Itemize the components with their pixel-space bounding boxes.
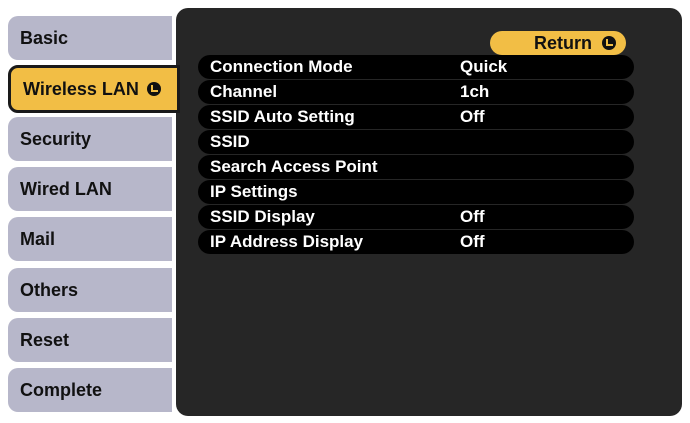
setting-row-ssid-auto-setting[interactable]: SSID Auto Setting Off [198,105,634,129]
sidebar-item-label: Reset [20,329,70,350]
sidebar-item-label: Basic [20,27,69,48]
setting-value: Off [460,107,485,126]
setting-label: SSID Display [210,207,315,226]
sidebar-item-label: Complete [20,379,103,400]
sidebar-item-reset[interactable]: Reset [8,318,172,362]
setting-label: SSID [210,132,250,151]
enter-icon [602,36,616,50]
sidebar-item-others[interactable]: Others [8,268,172,312]
setting-row-ssid-display[interactable]: SSID Display Off [198,205,634,229]
sidebar-item-basic[interactable]: Basic [8,16,172,60]
sidebar-item-mail[interactable]: Mail [8,217,172,261]
setting-row-ip-settings[interactable]: IP Settings [198,180,634,204]
enter-icon [146,82,161,96]
setting-label: Search Access Point [210,157,378,176]
return-button[interactable]: Return [490,31,626,55]
sidebar-item-label: Security [20,128,92,149]
sidebar-item-label: Mail [20,228,56,249]
return-button-label: Return [534,32,592,53]
setting-value: Off [460,207,485,226]
sidebar-item-label: Wireless LAN [23,78,139,99]
setting-label: Connection Mode [210,57,353,76]
setting-label: Channel [210,82,278,101]
sidebar-item-label: Others [20,279,79,300]
sidebar-item-label: Wired LAN [20,178,112,199]
setting-label: IP Settings [210,182,298,201]
setting-row-search-access-point[interactable]: Search Access Point [198,155,634,179]
setting-row-connection-mode[interactable]: Connection Mode Quick [198,55,634,79]
setting-row-ip-address-display[interactable]: IP Address Display Off [198,230,634,254]
sidebar-item-complete[interactable]: Complete [8,368,172,412]
setting-value: 1ch [460,82,490,101]
setting-label: SSID Auto Setting [210,107,355,126]
settings-panel: Return Connection Mode Quick Channel 1ch… [176,8,682,416]
settings-list: Connection Mode Quick Channel 1ch SSID A… [198,55,634,255]
sidebar-item-wireless-lan[interactable]: Wireless LAN [8,65,180,113]
sidebar-item-security[interactable]: Security [8,117,172,161]
setting-value: Quick [460,57,508,76]
sidebar-item-wired-lan[interactable]: Wired LAN [8,167,172,211]
setting-row-channel[interactable]: Channel 1ch [198,80,634,104]
setting-row-ssid[interactable]: SSID [198,130,634,154]
setting-label: IP Address Display [210,232,364,251]
setting-value: Off [460,232,485,251]
